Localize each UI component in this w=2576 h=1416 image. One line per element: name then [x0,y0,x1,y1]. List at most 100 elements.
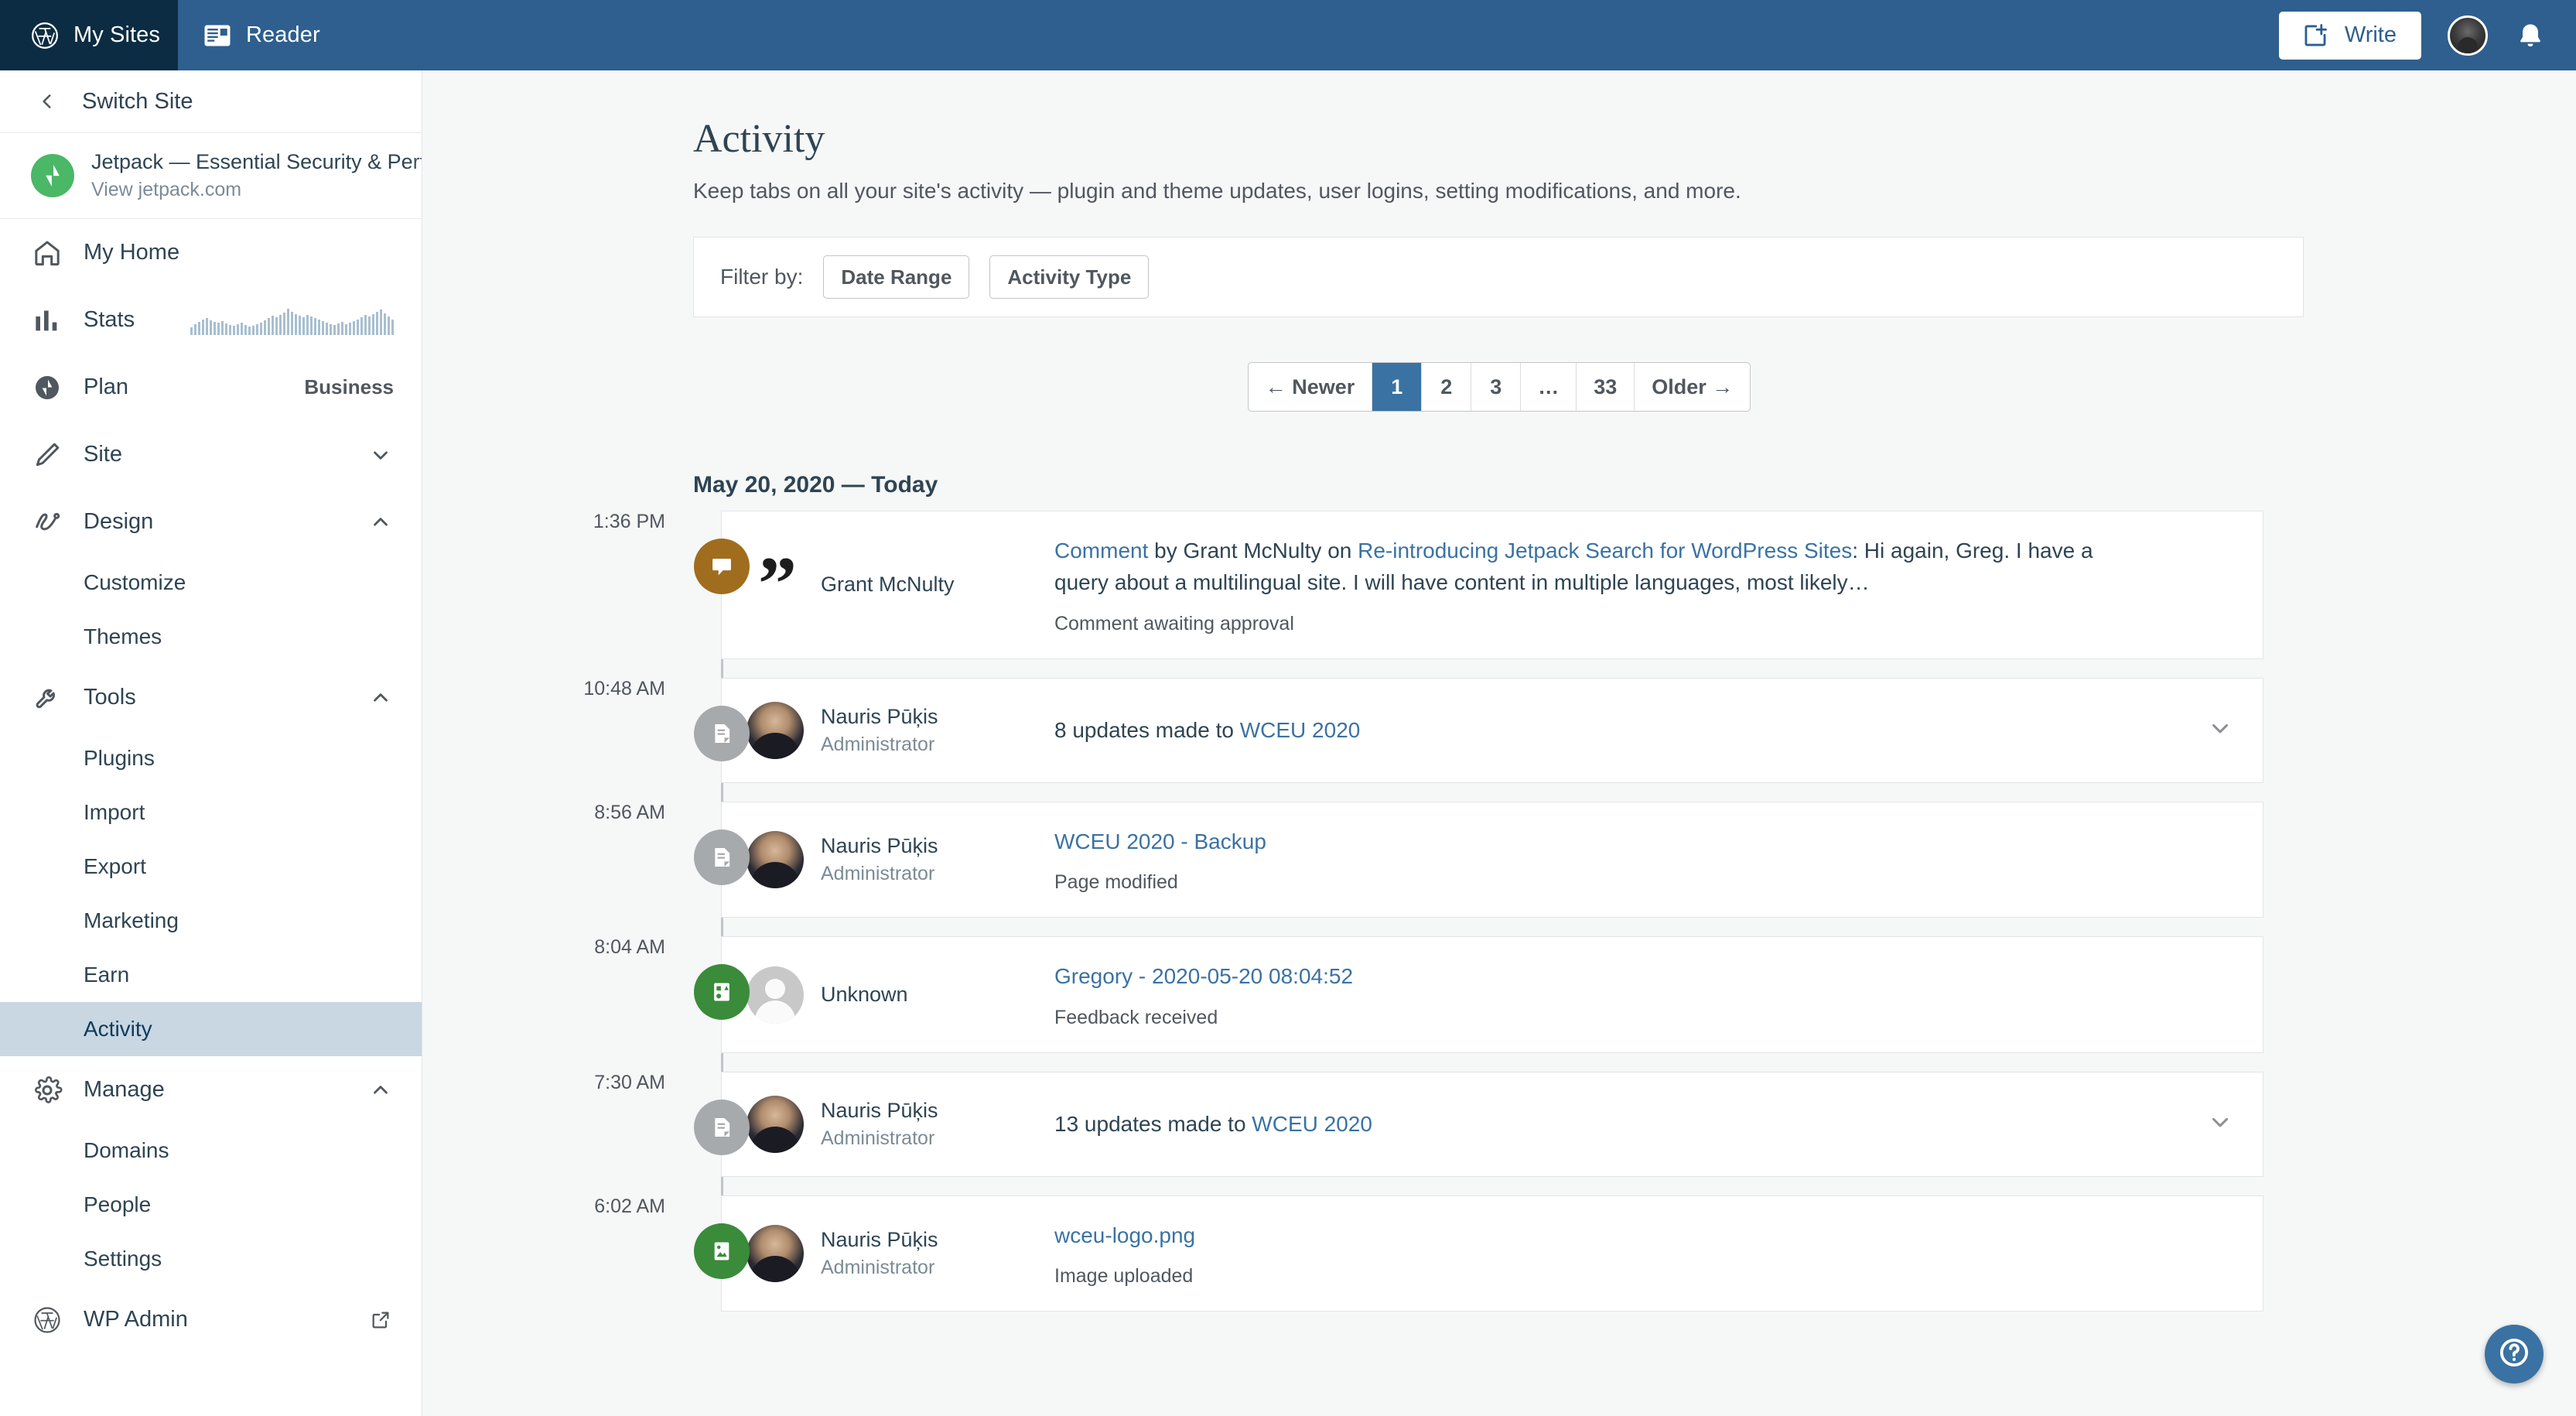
activity-actor: Unknown [722,966,1054,1024]
activity-row: 10:48 AM Nauris Pūķis Administrator 8 updat… [422,677,2576,783]
activity-link-post[interactable]: Re-introducing Jetpack Search for WordPr… [1358,539,1852,563]
activity-text: WCEU 2020 - Backup [1054,826,2147,857]
pagination-page-33[interactable]: 33 [1577,363,1635,411]
write-button[interactable]: Write [2278,11,2421,60]
sidebar-item-meta: Business [304,375,394,398]
sidebar-item-label: Plugins [84,746,155,770]
activity-link[interactable]: WCEU 2020 [1252,1112,1372,1136]
chevron-up-icon[interactable] [367,682,394,714]
sidebar-item-themes[interactable]: Themes [0,610,422,664]
quote-icon: ” [758,556,797,614]
sidebar-item-stats[interactable]: Stats [0,286,422,354]
activity-type-filter[interactable]: Activity Type [989,255,1150,299]
activity-link[interactable]: WCEU 2020 - Backup [1054,829,1266,853]
sidebar-item-manage[interactable]: Manage [0,1056,422,1124]
activity-time: 10:48 AM [583,677,665,699]
jetpack-icon [31,154,74,197]
sidebar-item-wp-admin[interactable]: WP Admin [0,1286,422,1353]
activity-body: WCEU 2020 - Backup Page modified [1054,826,2178,894]
pagination-page-3[interactable]: 3 [1471,363,1522,411]
pagination-newer[interactable]: ← Newer [1249,363,1373,411]
sidebar-item-my-home[interactable]: My Home [0,219,422,286]
activity-actor: Nauris Pūķis Administrator [722,831,1054,889]
sidebar-item-settings[interactable]: Settings [0,1232,422,1286]
activity-row: 8:04 AM Unknown Gregory - 2020-05-20 08:04… [422,936,2576,1053]
avatar [746,1095,804,1153]
help-icon [2496,1335,2532,1374]
actor-role: Administrator [821,733,935,755]
sidebar-item-label: Earn [84,963,130,987]
sidebar-item-export[interactable]: Export [0,840,422,894]
sidebar-item-design[interactable]: Design [0,488,422,556]
activity-link[interactable]: wceu-logo.png [1054,1223,1195,1247]
document-icon [694,1099,750,1155]
reader-button[interactable]: Reader [178,0,351,70]
main-content: Activity Keep tabs on all your site's ac… [422,70,2576,1416]
sidebar-item-label: Design [84,509,154,534]
sidebar-item-plan[interactable]: Plan Business [0,354,422,421]
activity-row: 1:36 PM ” Grant McNulty Comment by Grant Mc… [422,511,2576,659]
activity-link-comment[interactable]: Comment [1054,539,1148,563]
sidebar-item-site[interactable]: Site [0,421,422,488]
bell-icon[interactable] [2514,19,2547,52]
sidebar-item-plugins[interactable]: Plugins [0,731,422,785]
design-icon [31,506,63,539]
pagination-older[interactable]: Older → [1635,363,1750,411]
chevron-down-icon[interactable] [367,439,394,471]
activity-text: Comment by Grant McNulty on Re-introduci… [1054,539,2093,595]
switch-site-button[interactable]: Switch Site [0,70,422,133]
sidebar-item-earn[interactable]: Earn [0,948,422,1002]
actor-role: Administrator [821,863,935,885]
activity-time: 7:30 AM [594,1071,665,1093]
expand-row-button[interactable] [2178,715,2263,745]
pagination-page-1[interactable]: 1 [1372,363,1423,411]
stats-sparkline [190,306,394,335]
help-button[interactable] [2485,1325,2544,1384]
activity-link[interactable]: WCEU 2020 [1240,718,1361,742]
activity-card: ” Grant McNulty Comment by Grant McNulty o… [721,511,2263,659]
site-header[interactable]: Jetpack — Essential Security & Performan… [0,133,422,219]
sidebar-item-label: Marketing [84,908,179,932]
sidebar-item-import[interactable]: Import [0,785,422,840]
chevron-up-icon[interactable] [367,1074,394,1106]
external-link-icon[interactable] [367,1304,394,1336]
page-subtitle: Keep tabs on all your site's activity — … [693,179,1741,203]
activity-link[interactable]: Gregory - 2020-05-20 08:04:52 [1054,964,1353,988]
activity-gutter: 8:04 AM [422,936,750,1052]
chevron-down-icon [2207,715,2233,745]
expand-row-button[interactable] [2178,1109,2263,1139]
activity-text: 13 updates made to WCEU 2020 [1054,1112,1372,1137]
sidebar-item-label: Domains [84,1138,169,1162]
sidebar-item-people[interactable]: People [0,1178,422,1232]
my-sites-label: My Sites [73,22,160,47]
activity-gutter: 7:30 AM [422,1071,750,1177]
sidebar-item-activity[interactable]: Activity [0,1002,422,1056]
sidebar-item-label: People [84,1192,152,1216]
activity-text: Gregory - 2020-05-20 08:04:52 [1054,960,2147,992]
chevron-left-icon [31,85,63,118]
sidebar-item-label: WP Admin [84,1307,188,1332]
activity-time: 8:04 AM [594,936,665,959]
date-range-filter[interactable]: Date Range [823,255,970,299]
pagination: ← Newer 1 2 3… 33 Older → [422,362,2576,412]
stats-icon [31,304,63,337]
sidebar-item-label: Activity [84,1017,152,1041]
sidebar-item-tools[interactable]: Tools [0,664,422,731]
sidebar: Switch Site Jetpack — Essential Security… [0,70,422,1416]
chevron-up-icon[interactable] [367,506,394,539]
activity-body: 8 updates made to WCEU 2020 [1054,714,2178,746]
my-sites-button[interactable]: My Sites [0,0,178,70]
masthead-actions: Write [2278,0,2576,70]
pagination-page-2[interactable]: 2 [1422,363,1472,411]
sidebar-item-marketing[interactable]: Marketing [0,894,422,948]
activity-gutter: 1:36 PM [422,511,750,659]
sidebar-item-customize[interactable]: Customize [0,556,422,610]
feedback-icon [694,964,750,1021]
activity-note: Feedback received [1054,1006,1218,1028]
sidebar-item-label: Import [84,800,145,824]
site-url: View jetpack.com [91,179,242,200]
avatar[interactable] [2448,15,2488,56]
pagination-page-…[interactable]: … [1521,363,1577,411]
sidebar-item-domains[interactable]: Domains [0,1124,422,1178]
avatar [746,831,804,889]
